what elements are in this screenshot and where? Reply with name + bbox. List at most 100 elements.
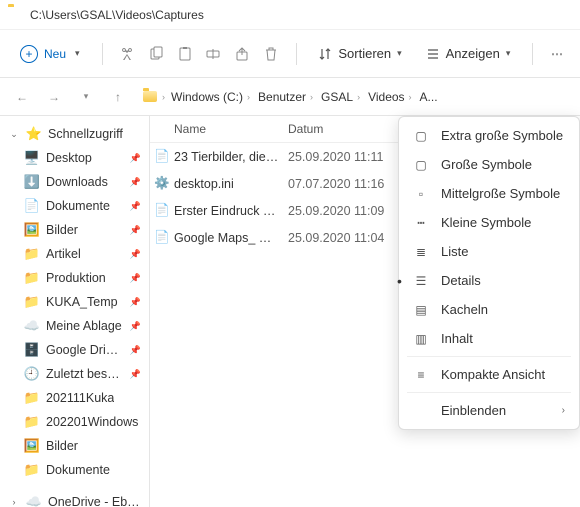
col-name[interactable]: Name (150, 122, 280, 136)
breadcrumb[interactable]: Benutzer› (256, 86, 315, 108)
grid-icon: ▢ (413, 129, 429, 143)
sidebar-item[interactable]: ☁️ Meine Ablage 📌 (0, 314, 149, 338)
view-button[interactable]: Anzeigen ▾ (416, 40, 521, 67)
pictures-icon: 🖼️ (24, 438, 40, 454)
sidebar-item[interactable]: 📄 Dokumente 📌 (0, 194, 149, 218)
paste-icon[interactable] (172, 36, 197, 72)
sidebar-item[interactable]: 📁 KUKA_Temp 📌 (0, 290, 149, 314)
cut-icon[interactable] (114, 36, 139, 72)
window-path: C:\Users\GSAL\Videos\Captures (30, 8, 204, 22)
sidebar-item[interactable]: 📁 202111Kuka (0, 386, 149, 410)
sidebar-item-label: Google Drive ( (46, 343, 124, 357)
ctx-large[interactable]: ▢Große Symbole (399, 150, 579, 179)
breadcrumb[interactable]: Videos› (366, 86, 413, 108)
sidebar-item-label: Artikel (46, 247, 81, 261)
folder-icon: 📁 (24, 270, 40, 286)
ctx-compact[interactable]: ≡Kompakte Ansicht (399, 360, 579, 389)
ctx-small[interactable]: ┅Kleine Symbole (399, 208, 579, 237)
sidebar-quick-access[interactable]: ⌄ ⭐ Schnellzugriff (0, 122, 149, 146)
ctx-medium[interactable]: ▫Mittelgroße Symbole (399, 179, 579, 208)
back-button[interactable]: ← (10, 85, 34, 109)
ctx-tiles[interactable]: ▤Kacheln (399, 295, 579, 324)
sidebar-onedrive[interactable]: › ☁️ OneDrive - Ebner (0, 490, 149, 507)
content-icon: ▥ (413, 332, 429, 346)
sidebar-item[interactable]: 📁 Produktion 📌 (0, 266, 149, 290)
drive-icon: 🗄️ (24, 342, 40, 358)
grid-icon: ▢ (413, 158, 429, 172)
ctx-extra-large[interactable]: ▢Extra große Symbole (399, 121, 579, 150)
folder-icon (8, 7, 24, 23)
folder-icon: 📁 (24, 246, 40, 262)
file-icon: ⚙️ (150, 176, 174, 191)
details-icon: ☰ (413, 274, 429, 288)
forward-button[interactable]: → (42, 85, 66, 109)
grid-icon: ┅ (413, 216, 429, 230)
view-context-menu: ▢Extra große Symbole ▢Große Symbole ▫Mit… (398, 116, 580, 430)
separator (296, 43, 297, 65)
folder-icon: 📁 (24, 414, 40, 430)
file-icon: 📄 (150, 203, 174, 218)
sidebar-item[interactable]: ⬇️ Downloads 📌 (0, 170, 149, 194)
toolbar: + Neu ▾ Sortieren ▾ Anzeigen ▾ ⋯ (0, 30, 580, 78)
sidebar-item[interactable]: 🗄️ Google Drive ( 📌 (0, 338, 149, 362)
sidebar-item-label: KUKA_Temp (46, 295, 118, 309)
share-icon[interactable] (230, 36, 255, 72)
file-name: desktop.ini (174, 177, 280, 191)
cloud-icon: ☁️ (26, 494, 42, 507)
sort-icon (318, 47, 332, 61)
copy-icon[interactable] (143, 36, 168, 72)
file-name: 23 Tierbilder, die an... (174, 150, 280, 164)
pictures-icon: 🖼️ (24, 222, 40, 238)
pin-icon: 📌 (130, 297, 145, 308)
more-button[interactable]: ⋯ (545, 36, 570, 72)
rename-icon[interactable] (201, 36, 226, 72)
file-icon: 📄 (150, 230, 174, 245)
sidebar-item[interactable]: 🖼️ Bilder (0, 434, 149, 458)
sidebar-item-label: Desktop (46, 151, 92, 165)
nav-bar: ← → ▾ ↑ › Windows (C:)› Benutzer› GSAL› … (0, 78, 580, 116)
separator (532, 43, 533, 65)
delete-icon[interactable] (259, 36, 284, 72)
ctx-details[interactable]: •☰Details (399, 266, 579, 295)
sort-label: Sortieren (338, 46, 391, 61)
breadcrumb[interactable]: Windows (C:)› (169, 86, 252, 108)
new-label: Neu (44, 47, 66, 61)
pin-icon: 📌 (130, 273, 145, 284)
pin-icon: 📌 (130, 321, 145, 332)
chevron-down-icon[interactable]: ▾ (74, 85, 98, 109)
folder-icon: 📁 (24, 462, 40, 478)
sort-button[interactable]: Sortieren ▾ (308, 40, 411, 67)
file-icon: 📄 (150, 149, 174, 164)
pin-icon: 📌 (130, 177, 145, 188)
chevron-down-icon: ▾ (397, 48, 402, 59)
up-button[interactable]: ↑ (106, 85, 130, 109)
sidebar-item[interactable]: 📁 202201Windows (0, 410, 149, 434)
file-name: Google Maps_ Die ... (174, 231, 280, 245)
pin-icon: 📌 (130, 225, 145, 236)
file-name: Erster Eindruck von ... (174, 204, 280, 218)
ctx-list[interactable]: ≣Liste (399, 237, 579, 266)
folder-icon: 📁 (24, 390, 40, 406)
tiles-icon: ▤ (413, 303, 429, 317)
new-button[interactable]: + Neu ▾ (10, 39, 90, 69)
star-icon: ⭐ (26, 126, 42, 142)
chevron-down-icon: ▾ (75, 48, 80, 59)
ctx-content[interactable]: ▥Inhalt (399, 324, 579, 353)
sidebar-item-label: Downloads (46, 175, 108, 189)
chevron-right-icon[interactable]: › (8, 497, 20, 507)
plus-icon: + (20, 45, 38, 63)
sidebar-item[interactable]: 📁 Dokumente (0, 458, 149, 482)
address-bar[interactable]: › Windows (C:)› Benutzer› GSAL› Videos› … (138, 83, 570, 111)
sidebar-item[interactable]: 🖥️ Desktop 📌 (0, 146, 149, 170)
chevron-down-icon[interactable]: ⌄ (8, 129, 20, 140)
view-label: Anzeigen (446, 46, 500, 61)
recent-icon: 🕘 (24, 366, 40, 382)
ctx-show[interactable]: Einblenden› (399, 396, 579, 425)
desktop-icon: 🖥️ (24, 150, 40, 166)
breadcrumb[interactable]: A... (418, 86, 440, 108)
breadcrumb[interactable]: GSAL› (319, 86, 362, 108)
sidebar-item[interactable]: 🖼️ Bilder 📌 (0, 218, 149, 242)
title-bar: C:\Users\GSAL\Videos\Captures (0, 0, 580, 30)
sidebar-item[interactable]: 🕘 Zuletzt besuch 📌 (0, 362, 149, 386)
sidebar-item[interactable]: 📁 Artikel 📌 (0, 242, 149, 266)
